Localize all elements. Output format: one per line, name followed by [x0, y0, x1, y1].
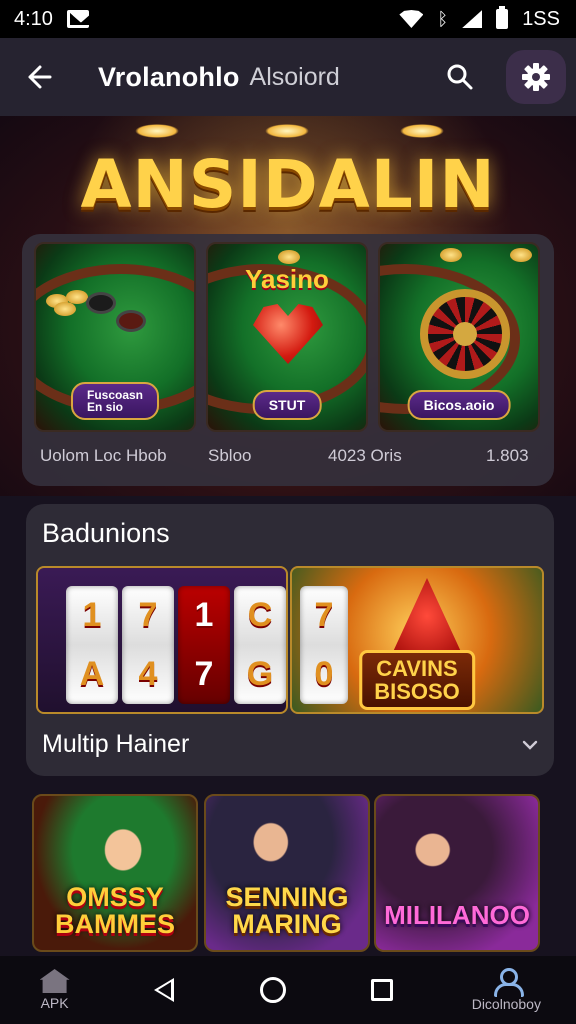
multiplayer-tile-title: MILILANOO — [384, 900, 530, 930]
promo-casino-banner[interactable]: 70 CAVINS BISOSO — [290, 566, 544, 714]
game-tile-roulette[interactable]: Bicos.aoio — [378, 242, 540, 432]
search-button[interactable] — [440, 57, 480, 97]
hero-banner: ANSIDALIN Fuscoasn En sio Yasino STUT Bi… — [0, 116, 576, 496]
recents-square-icon — [371, 979, 394, 1001]
red-hat-icon — [392, 578, 462, 654]
multiplayer-tile[interactable]: SENNING MARING — [204, 794, 370, 952]
game-badge: Bicos.aoio — [407, 390, 511, 420]
game-label: Uolom Loc Hbob — [40, 446, 167, 465]
slot-reel: 70 — [300, 586, 348, 704]
nav-home-button[interactable] — [233, 959, 313, 1021]
multiplayer-tile[interactable]: OMSSY BAMMES — [32, 794, 198, 952]
hero-title: ANSIDALIN — [80, 146, 496, 223]
bluetooth-icon: ᛒ — [437, 8, 449, 29]
app-bar: Vrolanohlo Alsoiord — [0, 38, 576, 116]
multiplayer-label: Multip Hainer — [42, 730, 190, 758]
slot-reel: 74 — [122, 586, 174, 704]
back-arrow-icon[interactable] — [22, 60, 56, 94]
casino-logo: Yasino — [245, 264, 329, 294]
slot-reel: 17 — [178, 586, 230, 704]
user-icon — [493, 968, 525, 997]
battery-icon — [496, 6, 509, 29]
status-time: 4:10 — [14, 7, 53, 30]
settings-button[interactable] — [506, 50, 566, 104]
game-label: 4023 Oris — [328, 446, 402, 465]
game-badge: Fuscoasn En sio — [70, 382, 160, 420]
nav-profile[interactable]: Dicolnoboy — [451, 959, 561, 1021]
app-title: Vrolanohlo — [98, 61, 240, 92]
mail-icon — [66, 10, 89, 28]
game-badge: STUT — [252, 390, 322, 420]
battery-text: 1SS — [522, 7, 560, 30]
game-tile-poker[interactable]: Fuscoasn En sio — [34, 242, 196, 432]
back-triangle-icon — [153, 978, 174, 1002]
multiplayer-dropdown[interactable]: Multip Hainer — [42, 730, 538, 759]
roulette-wheel-icon — [420, 289, 510, 379]
game-label: Sbloo — [208, 446, 252, 465]
system-nav-bar: APK Dicolnoboy — [0, 956, 576, 1024]
nav-apk[interactable]: APK — [15, 959, 95, 1021]
promotions-card: Badunions 1A 74 17 CG 70 CAVINS BISOSO M… — [26, 504, 554, 776]
search-icon — [447, 64, 473, 90]
home-circle-icon — [259, 977, 286, 1003]
featured-games-panel: Fuscoasn En sio Yasino STUT Bicos.aoio U… — [22, 234, 554, 486]
wifi-icon — [399, 10, 424, 28]
slot-reel: CG — [234, 586, 286, 704]
promotions-heading: Badunions — [42, 518, 170, 548]
multiplayer-tile[interactable]: MILILANOO — [374, 794, 540, 952]
promo-slots-banner[interactable]: 1A 74 17 CG — [36, 566, 288, 714]
nav-caption: Dicolnoboy — [471, 996, 541, 1012]
gear-icon — [522, 63, 550, 91]
game-stat: 1.803 — [486, 446, 529, 465]
nav-caption: APK — [40, 995, 69, 1011]
multiplayer-tile-title: OMSSY BAMMES — [55, 882, 175, 939]
nav-back-button[interactable] — [124, 959, 204, 1021]
game-tile-casino[interactable]: Yasino STUT — [206, 242, 368, 432]
nav-recents-button[interactable] — [342, 959, 422, 1021]
app-subtitle: Alsoiord — [249, 62, 340, 91]
casino-sign: CAVINS BISOSO — [359, 650, 475, 711]
status-bar: 4:10 ᛒ 1SS — [0, 0, 576, 38]
chevron-down-icon — [522, 734, 538, 755]
slot-reel: 1A — [66, 586, 118, 704]
signal-icon — [462, 10, 483, 28]
multiplayer-tile-title: SENNING MARING — [225, 882, 349, 939]
house-icon — [39, 969, 70, 993]
